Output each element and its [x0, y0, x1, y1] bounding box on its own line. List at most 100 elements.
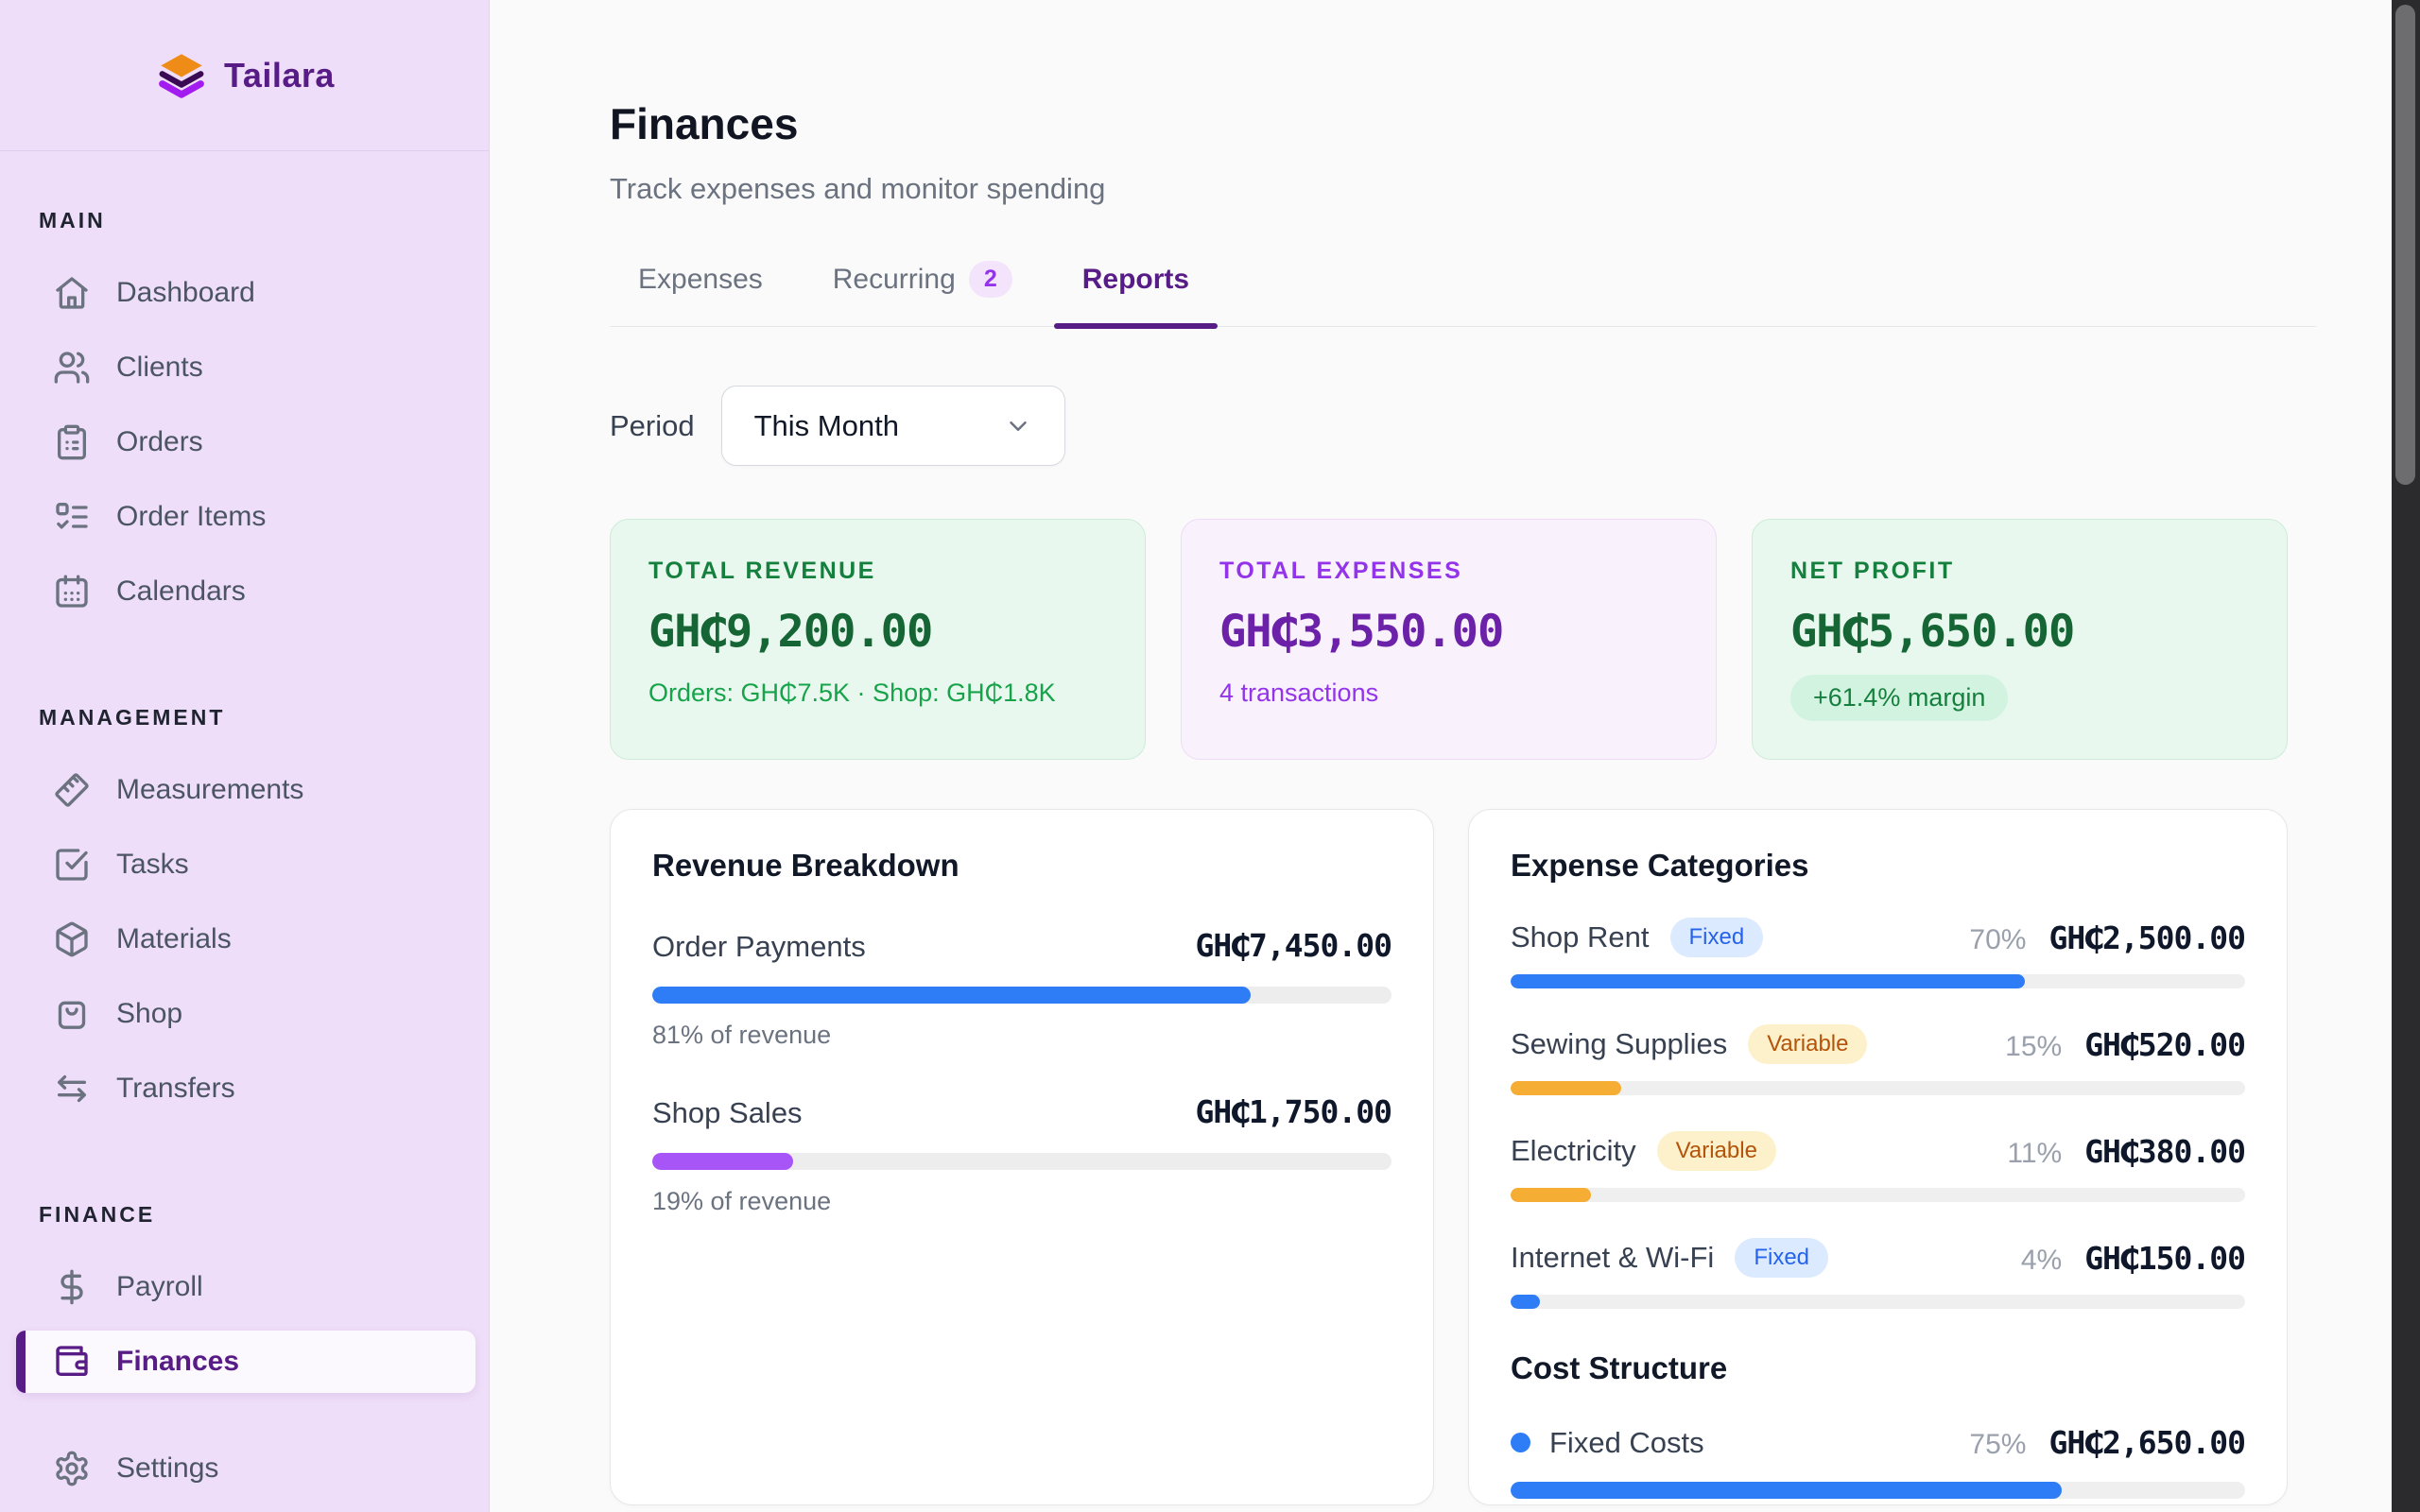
sidebar-item-shop[interactable]: Shop [16, 983, 475, 1045]
sidebar-item-dashboard[interactable]: Dashboard [16, 262, 475, 324]
expense-row-shop-rent: Shop Rent Fixed 70% GH₵2,500.00 [1511, 918, 2245, 988]
net-profit-card: NET PROFIT GH₵5,650.00 +61.4% margin [1752, 519, 2288, 760]
nav-section-finance: FINANCE [39, 1202, 475, 1228]
stat-label: TOTAL EXPENSES [1219, 558, 1678, 585]
progress-track [1511, 1188, 2245, 1202]
brand-logo: Tailara [0, 0, 489, 151]
nav-section-main: MAIN [39, 208, 475, 233]
fixed-badge: Fixed [1670, 918, 1764, 957]
page-title: Finances [610, 98, 2316, 149]
check-square-icon [53, 846, 91, 884]
row-percent: 75% [1969, 1429, 2026, 1461]
row-amount: GH₵2,500.00 [2048, 919, 2245, 956]
progress-fill [1511, 1482, 2062, 1499]
wallet-icon [53, 1343, 91, 1381]
sidebar-item-label: Materials [116, 923, 232, 955]
home-icon [53, 274, 91, 312]
sidebar-item-label: Calendars [116, 576, 246, 608]
total-expenses-card: TOTAL EXPENSES GH₵3,550.00 4 transaction… [1181, 519, 1717, 760]
sidebar-item-finances[interactable]: Finances [16, 1331, 475, 1393]
row-label: Electricity [1511, 1134, 1636, 1168]
tab-expenses[interactable]: Expenses [610, 261, 791, 326]
panel-title: Expense Categories [1511, 848, 2245, 884]
cost-structure-title: Cost Structure [1511, 1350, 2245, 1386]
fixed-costs-dot [1511, 1433, 1530, 1452]
ruler-icon [53, 771, 91, 809]
progress-track [652, 1153, 1392, 1170]
progress-fill [652, 1153, 793, 1170]
revenue-row-order-payments: Order Payments GH₵7,450.00 81% of revenu… [652, 927, 1392, 1050]
shopping-bag-icon [53, 995, 91, 1033]
sidebar-item-calendars[interactable]: Calendars [16, 560, 475, 623]
row-label: Internet & Wi-Fi [1511, 1241, 1714, 1275]
variable-badge: Variable [1748, 1024, 1867, 1064]
sidebar-item-label: Orders [116, 426, 203, 458]
stat-cards: TOTAL REVENUE GH₵9,200.00 Orders: GH₵7.5… [610, 519, 2316, 760]
row-label: Fixed Costs [1549, 1426, 1704, 1460]
package-icon [53, 920, 91, 958]
revenue-breakdown-panel: Revenue Breakdown Order Payments GH₵7,45… [610, 809, 1434, 1505]
expense-categories-panel: Expense Categories Shop Rent Fixed 70% G… [1468, 809, 2288, 1505]
nav-section-management: MANAGEMENT [39, 705, 475, 730]
row-percent: 4% [2021, 1245, 2062, 1277]
clipboard-icon [53, 423, 91, 461]
stat-label: NET PROFIT [1790, 558, 2249, 585]
stat-amount: GH₵9,200.00 [648, 606, 1107, 658]
stat-detail: 4 transactions [1219, 679, 1678, 708]
tab-recurring[interactable]: Recurring 2 [804, 261, 1041, 326]
sidebar-item-settings[interactable]: Settings [16, 1437, 475, 1500]
progress-fill [1511, 1295, 1540, 1309]
chevron-down-icon [1004, 412, 1032, 440]
sidebar: Tailara MAIN Dashboard Clients Orders Or… [0, 0, 490, 1512]
recurring-count-badge: 2 [969, 261, 1012, 298]
row-caption: 19% of revenue [652, 1187, 1392, 1216]
progress-track [1511, 1482, 2245, 1499]
row-label: Shop Rent [1511, 920, 1650, 954]
scrollbar-thumb[interactable] [2395, 5, 2415, 485]
sidebar-item-label: Clients [116, 352, 203, 384]
progress-track [1511, 1081, 2245, 1095]
app-window: Tailara MAIN Dashboard Clients Orders Or… [0, 0, 2420, 1512]
row-percent: 11% [2007, 1138, 2062, 1170]
sidebar-item-label: Tasks [116, 849, 189, 881]
vertical-scrollbar[interactable] [2392, 0, 2420, 1512]
sidebar-item-materials[interactable]: Materials [16, 908, 475, 971]
row-label: Order Payments [652, 930, 866, 964]
progress-fill [1511, 1081, 1621, 1095]
progress-fill [1511, 974, 2025, 988]
period-selected-value: This Month [754, 409, 899, 443]
sidebar-item-label: Dashboard [116, 277, 255, 309]
tab-label: Reports [1082, 264, 1189, 296]
variable-badge: Variable [1657, 1131, 1776, 1171]
report-panels: Revenue Breakdown Order Payments GH₵7,45… [610, 809, 2316, 1505]
expense-row-internet: Internet & Wi-Fi Fixed 4% GH₵150.00 [1511, 1238, 2245, 1309]
brand-name: Tailara [224, 56, 335, 95]
row-amount: GH₵2,650.00 [2048, 1424, 2245, 1461]
main-content: Finances Track expenses and monitor spen… [490, 0, 2420, 1512]
stat-label: TOTAL REVENUE [648, 558, 1107, 585]
panel-title: Revenue Breakdown [652, 848, 1392, 884]
tab-reports[interactable]: Reports [1054, 261, 1218, 326]
sidebar-item-order-items[interactable]: Order Items [16, 486, 475, 548]
page-subtitle: Track expenses and monitor spending [610, 172, 2316, 206]
sidebar-item-tasks[interactable]: Tasks [16, 833, 475, 896]
fixed-badge: Fixed [1735, 1238, 1828, 1278]
sidebar-item-clients[interactable]: Clients [16, 336, 475, 399]
expense-row-electricity: Electricity Variable 11% GH₵380.00 [1511, 1131, 2245, 1202]
period-select[interactable]: This Month [721, 386, 1065, 466]
row-percent: 70% [1969, 924, 2026, 956]
users-icon [53, 349, 91, 387]
sidebar-item-transfers[interactable]: Transfers [16, 1057, 475, 1120]
calendar-icon [53, 573, 91, 610]
row-amount: GH₵7,450.00 [1195, 927, 1392, 964]
sidebar-item-orders[interactable]: Orders [16, 411, 475, 473]
expense-rows: Shop Rent Fixed 70% GH₵2,500.00 [1511, 918, 2245, 1309]
row-label: Sewing Supplies [1511, 1027, 1727, 1061]
progress-track [1511, 1295, 2245, 1309]
sidebar-item-payroll[interactable]: Payroll [16, 1256, 475, 1318]
progress-track [652, 987, 1392, 1004]
sidebar-item-label: Settings [116, 1452, 218, 1485]
progress-track [1511, 974, 2245, 988]
stat-amount: GH₵5,650.00 [1790, 606, 2249, 658]
sidebar-item-measurements[interactable]: Measurements [16, 759, 475, 821]
